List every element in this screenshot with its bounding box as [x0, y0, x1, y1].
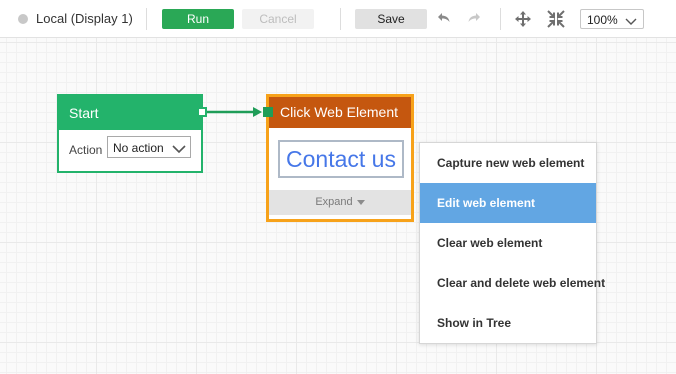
chevron-down-icon — [625, 15, 637, 29]
environment-status-icon — [18, 14, 28, 24]
menu-item-edit-web-element[interactable]: Edit web element — [420, 183, 596, 223]
fit-screen-icon[interactable] — [547, 10, 565, 28]
toolbar-divider — [500, 8, 501, 30]
click-node-title: Click Web Element — [269, 97, 411, 128]
action-select[interactable]: No action — [107, 136, 191, 158]
click-web-element-node[interactable]: Click Web Element Contact us Expand — [266, 94, 414, 222]
context-menu: Capture new web element Edit web element… — [419, 142, 605, 344]
redo-icon[interactable] — [466, 10, 482, 26]
action-select-value: No action — [113, 141, 164, 155]
menu-item-show-in-tree[interactable]: Show in Tree — [420, 303, 596, 343]
environment-selector[interactable]: Local (Display 1) — [36, 11, 133, 26]
toolbar: Local (Display 1) Run Cancel Save 100% — [0, 0, 676, 38]
chevron-down-icon — [172, 143, 186, 157]
caret-down-icon — [356, 199, 365, 205]
start-node[interactable]: Start Action No action — [57, 94, 203, 173]
web-element-thumbnail[interactable]: Contact us — [278, 140, 404, 178]
move-icon[interactable] — [514, 10, 532, 28]
start-node-title: Start — [59, 96, 201, 130]
click-input-port[interactable] — [263, 107, 273, 117]
menu-item-clear-and-delete-web-element[interactable]: Clear and delete web element — [420, 263, 605, 303]
expand-button[interactable]: Expand — [269, 190, 411, 215]
cancel-button[interactable]: Cancel — [242, 9, 314, 29]
run-button[interactable]: Run — [162, 9, 234, 29]
zoom-select[interactable]: 100% — [580, 9, 644, 29]
expand-label: Expand — [315, 196, 353, 208]
thumbnail-text: Contact us — [286, 146, 396, 172]
toolbar-divider — [340, 8, 341, 30]
menu-item-clear-web-element[interactable]: Clear web element — [420, 223, 596, 263]
connector-arrow — [207, 107, 262, 117]
action-label: Action — [69, 143, 103, 157]
toolbar-divider — [146, 8, 147, 30]
zoom-value: 100% — [587, 13, 618, 27]
save-button[interactable]: Save — [355, 9, 427, 29]
menu-item-capture-new-web-element[interactable]: Capture new web element — [420, 143, 596, 183]
start-output-port[interactable] — [197, 107, 207, 117]
undo-icon[interactable] — [436, 10, 452, 26]
